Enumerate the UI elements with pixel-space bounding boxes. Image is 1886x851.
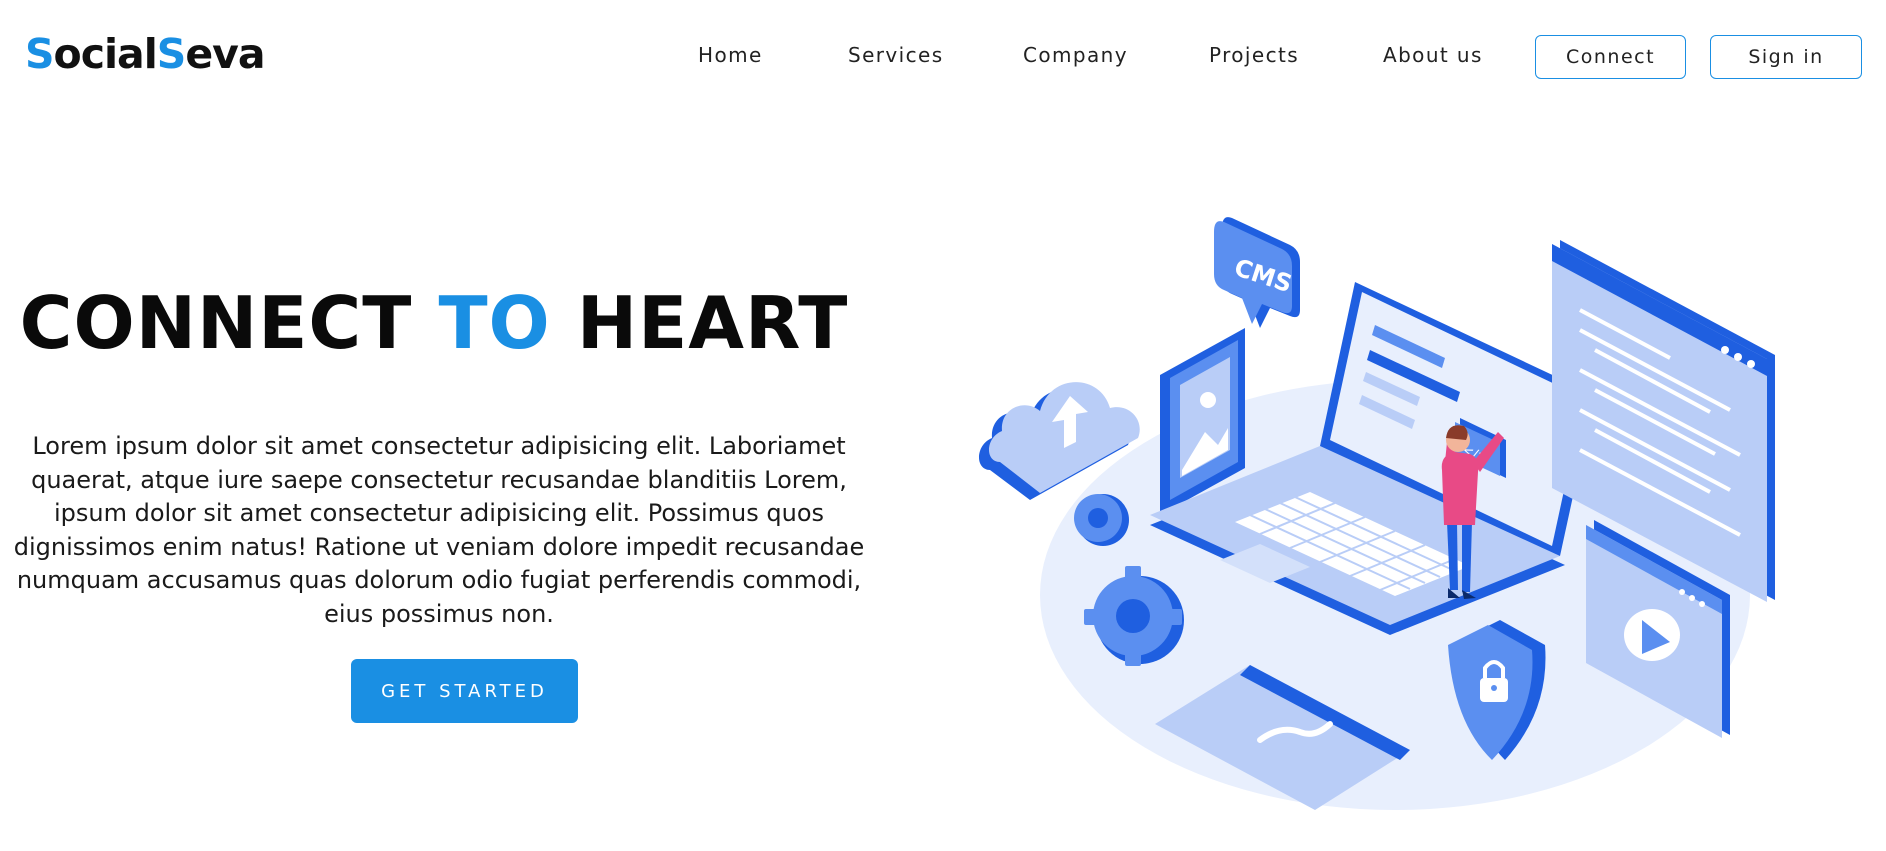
connect-button[interactable]: Connect	[1535, 35, 1686, 79]
hero-title-accent: TO	[438, 281, 551, 365]
logo-initial-1: S	[25, 30, 55, 78]
nav-company[interactable]: Company	[1023, 40, 1128, 70]
get-started-button[interactable]: GET STARTED	[351, 659, 578, 723]
nav-services[interactable]: Services	[848, 40, 944, 70]
nav-home[interactable]: Home	[698, 40, 763, 70]
cms-bubble-icon: CMS	[1214, 217, 1300, 328]
nav-projects[interactable]: Projects	[1209, 40, 1299, 70]
hero-illustration: CMS </>	[978, 217, 1775, 810]
hero-title-part-1: CONNECT	[19, 281, 439, 365]
logo-word-2: eva	[185, 30, 265, 78]
logo-initial-2: S	[156, 30, 187, 78]
nav-about-us[interactable]: About us	[1383, 40, 1483, 70]
logo-word-1: ocial	[53, 30, 158, 78]
brand-logo[interactable]: SocialSeva	[25, 26, 266, 82]
sign-in-button[interactable]: Sign in	[1710, 35, 1862, 79]
hero-title: CONNECT TO HEART	[0, 278, 868, 368]
hero-title-part-2: HEART	[550, 281, 849, 365]
hero-description: Lorem ipsum dolor sit amet consectetur a…	[13, 432, 865, 628]
